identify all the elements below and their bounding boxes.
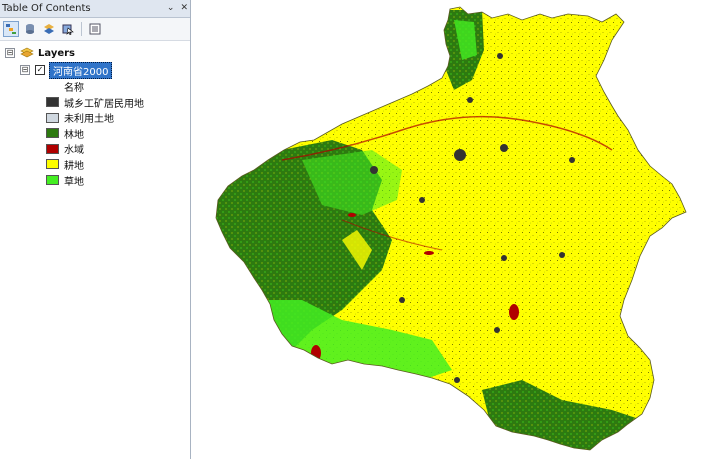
legend-item[interactable]: 水域: [46, 141, 84, 157]
legend-label: 草地: [64, 176, 84, 188]
legend-swatch[interactable]: [46, 143, 59, 154]
map-view[interactable]: [192, 0, 720, 459]
legend-label: 水域: [64, 145, 84, 157]
legend-label: 城乡工矿居民用地: [64, 98, 144, 110]
legend-label: 耕地: [64, 160, 84, 172]
city-xinxiang: [467, 97, 473, 103]
henan-land-use-map[interactable]: [192, 0, 720, 459]
legend-swatch[interactable]: [46, 159, 59, 170]
table-of-contents-panel: Table Of Contents ⌄ ✕ ⊟ Layers ⊟ ✓ 河南省20…: [0, 0, 191, 459]
toc-title: Table Of Contents: [2, 3, 91, 14]
layers-root-label: Layers: [38, 47, 75, 59]
options-icon[interactable]: [87, 21, 103, 37]
legend-swatch[interactable]: [46, 128, 59, 139]
legend-item[interactable]: 未利用土地: [46, 110, 114, 126]
city-pingdingshan: [419, 197, 425, 203]
city-anyang: [497, 53, 503, 59]
list-by-visibility-icon[interactable]: [41, 21, 57, 37]
legend-field-heading: 名称: [64, 78, 84, 94]
legend-item[interactable]: 林地: [46, 125, 84, 141]
toolbar-separator: [81, 22, 82, 36]
layer-henan-2000[interactable]: ⊟ ✓ 河南省2000: [20, 61, 113, 79]
layers-root[interactable]: ⊟ Layers: [5, 45, 75, 61]
legend-item[interactable]: 城乡工矿居民用地: [46, 94, 144, 110]
city-zhoukou: [559, 252, 565, 258]
legend-label: 未利用土地: [64, 114, 114, 126]
city-zhumadian: [494, 327, 500, 333]
collapse-layers-icon[interactable]: ⊟: [5, 48, 15, 58]
collapse-layer-icon[interactable]: ⊟: [20, 65, 30, 75]
reservoir-south: [509, 304, 519, 320]
legend-swatch[interactable]: [46, 175, 59, 185]
list-by-selection-icon[interactable]: [60, 21, 76, 37]
legend-swatch[interactable]: [46, 112, 59, 123]
reservoir-west: [348, 213, 356, 217]
city-shangqiu: [569, 157, 575, 163]
toc-title-bar: Table Of Contents ⌄ ✕: [0, 0, 190, 18]
pin-icon[interactable]: ⌄: [167, 0, 175, 17]
layer-name-label[interactable]: 河南省2000: [49, 61, 113, 79]
list-by-drawing-order-icon[interactable]: [3, 21, 19, 37]
arcmap-window: Table Of Contents ⌄ ✕ ⊟ Layers ⊟ ✓ 河南省20…: [0, 0, 720, 459]
land-use-raster: [216, 7, 686, 450]
city-luoyang: [370, 166, 378, 174]
city-luohe: [501, 255, 507, 261]
layer-visibility-checkbox[interactable]: ✓: [35, 65, 45, 75]
layers-icon: [20, 47, 34, 58]
legend-item[interactable]: 草地: [46, 172, 84, 188]
legend-label: 林地: [64, 129, 84, 141]
city-xinyang: [454, 377, 460, 383]
city-nanyang: [399, 297, 405, 303]
toc-toolbar: [0, 18, 190, 41]
legend-field-label: 名称: [64, 82, 84, 94]
list-by-source-icon[interactable]: [22, 21, 38, 37]
city-zhengzhou: [454, 149, 466, 161]
reservoir-central: [424, 251, 434, 255]
legend-swatch[interactable]: [46, 97, 59, 107]
city-kaifeng: [500, 144, 508, 152]
close-icon[interactable]: ✕: [180, 0, 188, 17]
legend-item[interactable]: 耕地: [46, 156, 84, 172]
